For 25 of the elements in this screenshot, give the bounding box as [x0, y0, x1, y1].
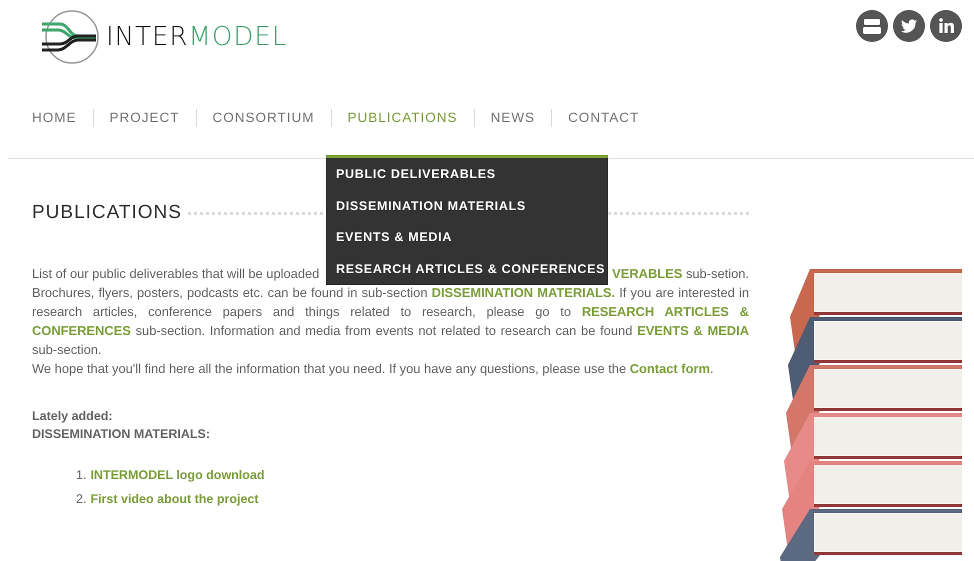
nav-link[interactable]: CONSORTIUM [196, 109, 331, 127]
linkedin-icon[interactable] [930, 10, 962, 42]
intro-text: VERABLES sub-setion. [612, 265, 749, 283]
dropdown-item[interactable]: RESEARCH ARTICLES & CONFERENCES [326, 254, 608, 285]
lately-added-heading: Lately added: [32, 408, 114, 425]
logo-wordmark: INTER MODEL [106, 22, 288, 52]
list-number: 2. [76, 491, 86, 508]
contact-form-link[interactable]: Contact form [630, 361, 710, 376]
nav-link[interactable]: PUBLICATIONS [330, 109, 474, 127]
dropdown-item[interactable]: DISSEMINATION MATERIALS [326, 190, 608, 222]
dropdown-item[interactable]: EVENTS & MEDIA [326, 222, 608, 254]
nav-link[interactable]: PROJECT [92, 109, 196, 127]
contact-paragraph: We hope that you'll find here all the information that you need. If you have any questions, please use the Contact form. [32, 360, 715, 378]
nav-link[interactable]: CONTACT [551, 109, 656, 127]
nav-link[interactable]: HOME [32, 109, 92, 127]
section-heading: DISSEMINATION MATERIALS: [32, 426, 212, 443]
intro-text: List of our public deliverables that will be uploaded [32, 265, 320, 283]
list-number: 1. [76, 467, 86, 484]
dropdown-item[interactable]: PUBLIC DELIVERABLES [326, 159, 608, 190]
nav-link[interactable]: NEWS [474, 109, 552, 127]
page-title: PUBLICATIONS [32, 202, 182, 224]
intro-paragraph: Brochures, flyers, posters, podcasts etc. can be found in sub-section DISSEMINATION MATERIALS. If you are interested in research articles, conference papers and things related to research, please go to RESEARCH ARTICLES & CONFERENCES sub-section. Information and media from events not related to research can be found EVENTS & MEDIA sub-section. [32, 284, 749, 359]
download-link[interactable]: INTERMODEL logo download [90, 463, 264, 487]
download-link[interactable]: First video about the project [90, 487, 259, 511]
twitter-icon[interactable] [893, 10, 925, 42]
